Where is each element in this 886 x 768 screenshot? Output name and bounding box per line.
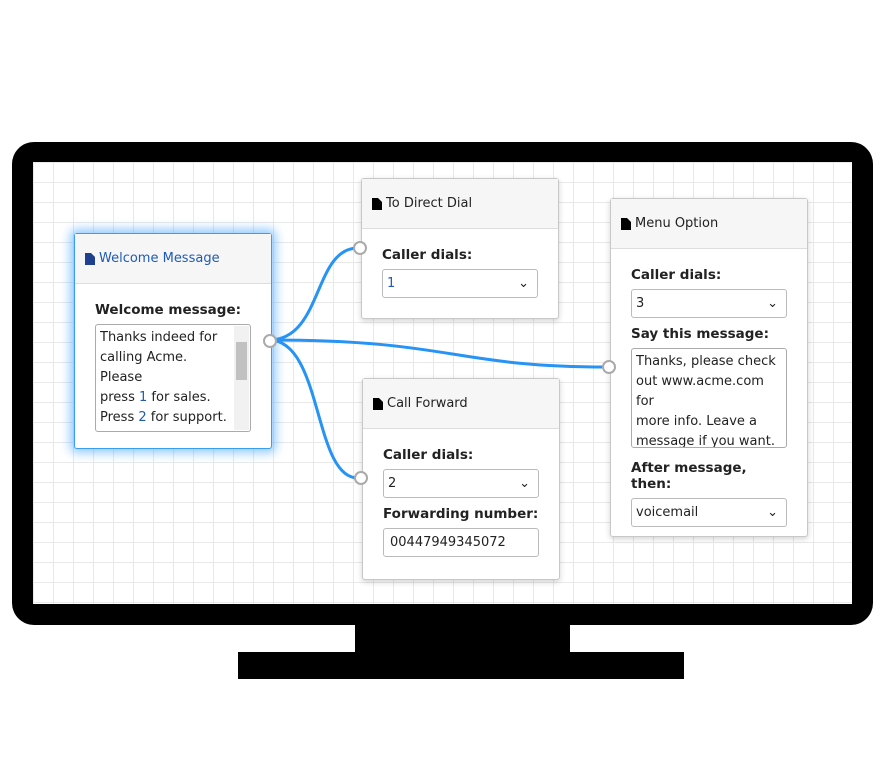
field-label: Welcome message: — [95, 302, 242, 318]
text-line: Thanks indeed for — [100, 330, 218, 345]
text-line: out www.acme.com for — [636, 374, 764, 409]
wire-to-call-forward[interactable] — [268, 338, 359, 480]
after-message-select[interactable]: voicemail ⌄ — [631, 498, 787, 527]
monitor-stand-neck — [355, 624, 570, 653]
chevron-down-icon: ⌄ — [767, 505, 778, 520]
input-port[interactable] — [353, 241, 367, 255]
field-label: Caller dials: — [631, 267, 722, 283]
node-welcome-message[interactable]: Welcome Message Welcome message: Thanks … — [74, 233, 277, 449]
file-icon — [621, 217, 631, 230]
text-line: Press 2 for support. — [100, 410, 227, 425]
node-title: To Direct Dial — [386, 196, 473, 211]
node-to-direct-dial[interactable]: To Direct Dial Caller dials: 1 ⌄ — [353, 178, 559, 319]
chevron-down-icon: ⌄ — [519, 476, 530, 491]
node-menu-option[interactable]: Menu Option Caller dials: 3 ⌄ Say this me… — [602, 198, 808, 537]
text-line: press 1 for sales. — [100, 390, 211, 405]
field-label: Forwarding number: — [383, 506, 539, 522]
scrollbar[interactable] — [234, 326, 249, 430]
output-port[interactable] — [263, 334, 277, 348]
field-label: After message, then: — [631, 460, 747, 492]
field-label: Caller dials: — [383, 447, 474, 463]
wire-to-menu-option[interactable] — [268, 338, 608, 369]
select-value: 2 — [388, 476, 397, 491]
wire-to-direct-dial[interactable] — [268, 246, 359, 342]
scrollbar-thumb[interactable] — [236, 342, 247, 380]
input-port[interactable] — [354, 471, 368, 485]
select-value: voicemail — [636, 505, 699, 520]
text-line: Thanks, please check — [636, 354, 776, 369]
caller-dials-select[interactable]: 1 ⌄ — [382, 269, 538, 298]
chevron-down-icon: ⌄ — [767, 296, 778, 311]
select-value: 3 — [636, 296, 645, 311]
select-value: 1 — [387, 276, 396, 291]
file-icon — [372, 197, 382, 210]
node-call-forward[interactable]: Call Forward Caller dials: 2 ⌄ Forwarding… — [354, 378, 560, 580]
file-icon — [85, 252, 95, 265]
field-label: Say this message: — [631, 326, 769, 342]
monitor-stand-base — [238, 652, 684, 679]
node-title: Call Forward — [387, 396, 468, 411]
text-line: message if you want. — [636, 434, 775, 448]
flow-canvas[interactable]: Welcome Message Welcome message: Thanks … — [33, 162, 852, 604]
node-title: Menu Option — [635, 216, 719, 231]
text-line: Press 3 for anything — [100, 428, 230, 431]
field-label: Caller dials: — [382, 247, 473, 263]
forwarding-number-input[interactable]: 00447949345072 — [383, 528, 539, 557]
text-line: more info. Leave a — [636, 414, 757, 429]
text-line: calling Acme. Please — [100, 350, 188, 385]
file-icon — [373, 397, 383, 410]
welcome-message-textarea[interactable]: Thanks indeed for calling Acme. Please p… — [95, 324, 251, 432]
caller-dials-select[interactable]: 3 ⌄ — [631, 289, 787, 318]
input-port[interactable] — [602, 360, 616, 374]
chevron-down-icon: ⌄ — [518, 276, 529, 291]
caller-dials-select[interactable]: 2 ⌄ — [383, 469, 539, 498]
node-title: Welcome Message — [99, 251, 220, 266]
say-message-textarea[interactable]: Thanks, please check out www.acme.com fo… — [631, 348, 787, 448]
